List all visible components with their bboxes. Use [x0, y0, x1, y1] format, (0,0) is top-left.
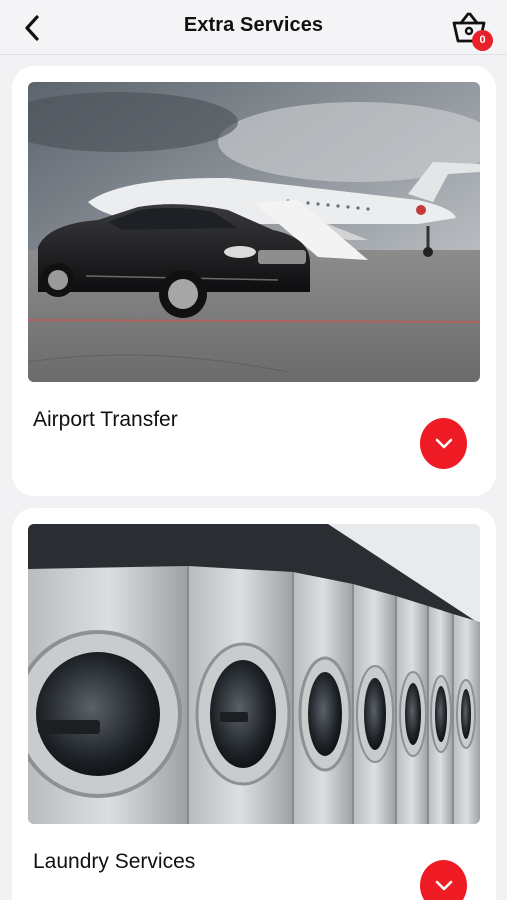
service-card-laundry-services: Laundry Services — [12, 508, 496, 900]
cart-button[interactable]: 0 — [450, 10, 494, 51]
laundry-services-image[interactable] — [28, 524, 480, 824]
chevron-down-icon — [435, 880, 452, 890]
top-bar: Extra Services 0 — [0, 0, 507, 55]
cart-count-badge: 0 — [472, 30, 493, 51]
service-title: Airport Transfer — [33, 408, 178, 431]
airport-transfer-image[interactable] — [28, 82, 480, 382]
expand-button[interactable] — [420, 418, 467, 469]
page-title: Extra Services — [183, 14, 324, 36]
expand-button[interactable] — [420, 860, 467, 900]
service-card-airport-transfer: Airport Transfer — [12, 66, 496, 496]
chevron-down-icon — [435, 438, 452, 448]
service-title: Laundry Services — [33, 850, 196, 873]
